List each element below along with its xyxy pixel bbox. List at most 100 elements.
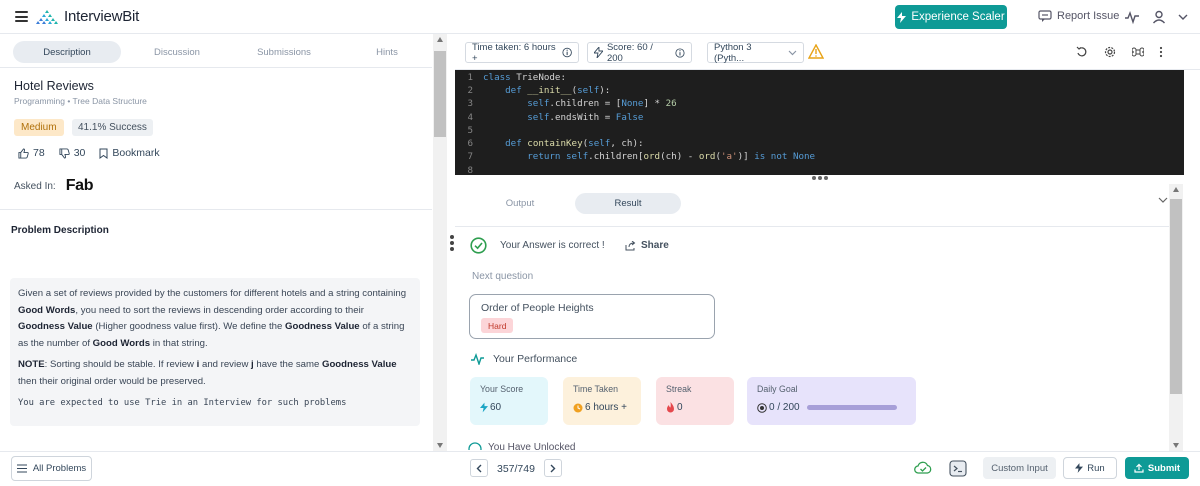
- settings-gear-icon[interactable]: [1104, 46, 1116, 58]
- bottom-bar: All Problems 357/749 Custom Input Run Su…: [0, 451, 1200, 486]
- command-key-icon[interactable]: [1132, 46, 1144, 58]
- time-taken-text: Time taken: 6 hours +: [472, 41, 556, 64]
- daily-goal-value: 0 / 200: [769, 402, 800, 413]
- description-note: NOTE: Sorting should be stable. If revie…: [18, 359, 397, 387]
- run-label: Run: [1087, 462, 1105, 474]
- scrollbar-thumb[interactable]: [1170, 199, 1182, 394]
- problem-panel: Description Discussion Submissions Hints…: [0, 34, 447, 451]
- lightning-icon: [480, 402, 488, 413]
- stat-label: Daily Goal: [757, 384, 798, 394]
- tab-result[interactable]: Result: [575, 193, 681, 214]
- top-header: InterviewBit Experience Scaler Report Is…: [0, 0, 1200, 34]
- collapse-chevron-icon[interactable]: [1158, 196, 1168, 204]
- activity-icon[interactable]: [1124, 9, 1140, 25]
- stat-card-score: Your Score 60: [470, 377, 548, 425]
- lightning-icon: [1075, 463, 1084, 473]
- console-icon[interactable]: [949, 460, 967, 477]
- code-line: 8: [455, 164, 483, 175]
- scroll-up-arrow-icon[interactable]: [437, 37, 443, 42]
- result-status-text: Your Answer is correct !: [500, 240, 605, 251]
- experience-scaler-button[interactable]: Experience Scaler: [895, 5, 1007, 29]
- brand-logo[interactable]: InterviewBit: [34, 8, 139, 25]
- reset-icon[interactable]: [1076, 46, 1088, 58]
- performance-heading: Your Performance: [470, 353, 577, 365]
- scroll-down-arrow-icon[interactable]: [437, 443, 443, 448]
- more-options-icon[interactable]: [1155, 46, 1167, 58]
- score-pill[interactable]: Score: 60 / 200: [587, 41, 692, 64]
- prev-problem-button[interactable]: [470, 459, 488, 477]
- score-text: Score: 60 / 200: [606, 41, 653, 64]
- share-icon: [625, 240, 636, 250]
- success-check-icon: [470, 237, 487, 254]
- daily-goal-progress: [806, 405, 897, 410]
- dislike-count: 30: [73, 147, 86, 159]
- time-value: 6 hours +: [585, 402, 627, 413]
- bookmark-button[interactable]: Bookmark: [99, 147, 160, 159]
- performance-label: Your Performance: [493, 353, 578, 365]
- left-scrollbar[interactable]: [433, 34, 447, 451]
- scroll-up-arrow-icon[interactable]: [1173, 187, 1179, 192]
- stat-value: 6 hours +: [573, 402, 631, 413]
- code-editor[interactable]: 1 class TrieNode: 2 def __init__(self): 3…: [455, 70, 1184, 175]
- share-button[interactable]: Share: [625, 240, 669, 251]
- share-label: Share: [641, 240, 669, 251]
- line-number: 3: [467, 98, 473, 110]
- bookmark-icon: [99, 148, 108, 159]
- list-icon: [16, 464, 27, 473]
- code-line: 4 self.endsWith = False: [455, 111, 643, 124]
- line-number: 2: [467, 85, 473, 97]
- report-issue-link[interactable]: Report Issue: [1038, 10, 1119, 22]
- stat-label: Streak: [666, 384, 692, 394]
- warning-icon[interactable]: [808, 44, 824, 59]
- vote-bar: 78 30 Bookmark: [18, 147, 174, 159]
- tab-submissions[interactable]: Submissions: [237, 41, 331, 63]
- resize-handle-icon[interactable]: [812, 176, 828, 180]
- chevron-down-icon[interactable]: [1175, 9, 1191, 25]
- code-text: self.children = [None] * 26: [527, 98, 677, 110]
- cloud-check-icon[interactable]: [914, 460, 932, 476]
- interviewbit-logo-icon: [36, 9, 58, 24]
- like-button[interactable]: 78: [18, 147, 45, 159]
- run-button[interactable]: Run: [1063, 457, 1117, 479]
- drag-handle-icon[interactable]: [450, 235, 454, 251]
- scrollbar-thumb[interactable]: [434, 51, 446, 137]
- company-logo[interactable]: Fab: [66, 177, 94, 195]
- code-line: 5: [455, 124, 483, 137]
- dislike-button[interactable]: 30: [59, 147, 86, 159]
- result-scrollbar[interactable]: [1169, 184, 1183, 451]
- menu-icon[interactable]: [15, 11, 28, 22]
- all-problems-button[interactable]: All Problems: [11, 456, 92, 481]
- pagination-text: 357/749: [497, 463, 535, 475]
- tab-discussion[interactable]: Discussion: [130, 41, 224, 63]
- success-rate-badge: 41.1% Success: [72, 119, 153, 136]
- target-icon: [757, 402, 767, 413]
- code-text: return self.children[ord(ch) - ord('a')]…: [527, 151, 816, 163]
- tab-description[interactable]: Description: [13, 41, 121, 63]
- stat-value: 0: [666, 402, 724, 413]
- thumbs-down-icon: [59, 147, 70, 159]
- time-taken-pill[interactable]: Time taken: 6 hours +: [465, 41, 579, 64]
- unlock-icon: [468, 442, 482, 450]
- user-icon[interactable]: [1151, 9, 1167, 25]
- problem-description: Given a set of reviews provided by the c…: [10, 278, 420, 426]
- code-text: def __init__(self):: [505, 85, 611, 97]
- tab-output[interactable]: Output: [473, 193, 567, 214]
- submit-button[interactable]: Submit: [1125, 457, 1189, 479]
- scroll-down-arrow-icon[interactable]: [1173, 443, 1179, 448]
- tab-hints[interactable]: Hints: [340, 41, 434, 63]
- code-text: def containKey(self, ch):: [505, 138, 644, 150]
- asked-in-label: Asked In:: [14, 180, 56, 192]
- description-paragraph: Given a set of reviews provided by the c…: [18, 288, 407, 349]
- submit-label: Submit: [1147, 462, 1181, 474]
- breadcrumb: Programming • Tree Data Structure: [14, 96, 147, 106]
- problem-description-heading: Problem Description: [11, 225, 109, 236]
- custom-input-button[interactable]: Custom Input: [983, 457, 1056, 479]
- stat-card-time: Time Taken 6 hours +: [563, 377, 641, 425]
- activity-icon: [471, 353, 484, 365]
- next-problem-button[interactable]: [544, 459, 562, 477]
- language-select[interactable]: Python 3 (Pyth...: [707, 42, 804, 64]
- next-question-card[interactable]: Order of People Heights Hard: [469, 294, 715, 339]
- line-number: 6: [467, 138, 473, 150]
- problem-title: Hotel Reviews: [14, 79, 94, 93]
- score-value: 60: [490, 402, 502, 413]
